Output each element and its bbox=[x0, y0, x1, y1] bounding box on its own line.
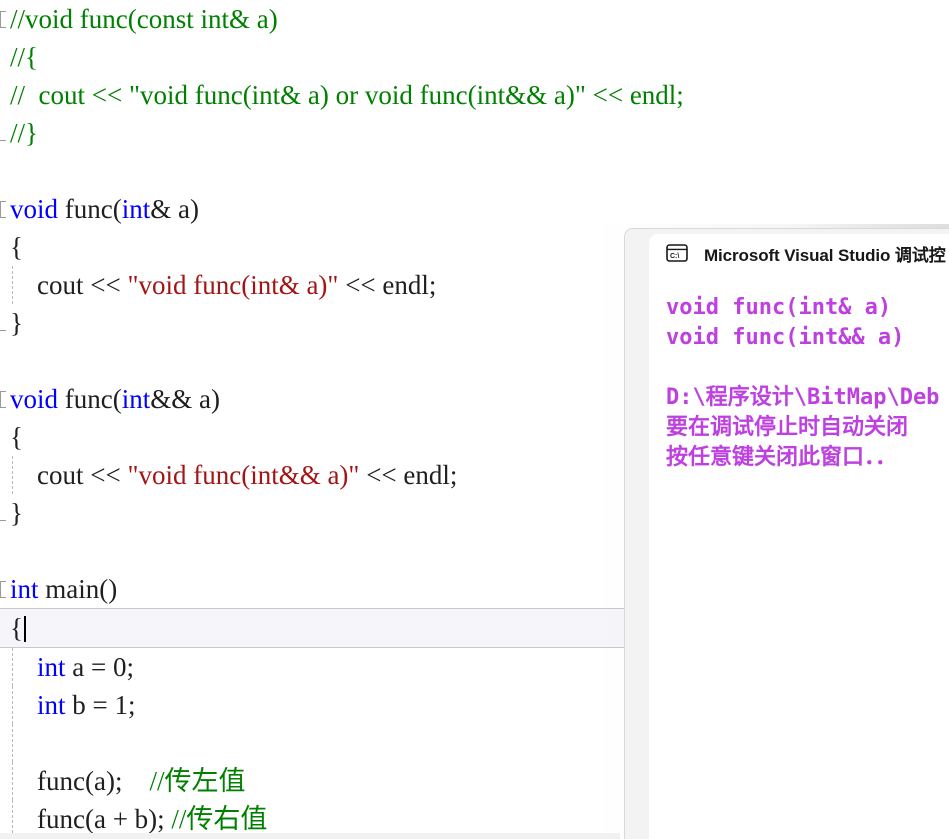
code-line[interactable]: //void func(const int& a) bbox=[0, 0, 949, 38]
code-token-plain: main() bbox=[38, 574, 118, 604]
indent-guide bbox=[12, 648, 13, 686]
code-token-plain: func(a); bbox=[10, 766, 150, 796]
debug-console-window[interactable]: C:\ Microsoft Visual Studio 调试控 void fun… bbox=[624, 228, 949, 839]
code-token-plain: } bbox=[10, 498, 23, 528]
code-token-plain: func(a + b); bbox=[10, 804, 172, 834]
indent-guide bbox=[12, 724, 13, 762]
code-line[interactable]: void func(int& a) bbox=[0, 190, 949, 228]
code-token-keyword: int bbox=[37, 652, 66, 682]
code-token-comment: //{ bbox=[10, 42, 38, 72]
code-token-plain: a = 0; bbox=[65, 652, 134, 682]
code-token-plain: cout << bbox=[10, 460, 128, 490]
code-line[interactable]: // cout << "void func(int& a) or void fu… bbox=[0, 76, 949, 114]
code-token-plain: { bbox=[10, 232, 23, 262]
console-output-line: 要在调试停止时自动关闭 bbox=[666, 415, 909, 440]
code-token-string: "void func(int& a)" bbox=[127, 270, 339, 300]
code-line[interactable] bbox=[0, 152, 949, 190]
code-token-keyword: int bbox=[10, 574, 39, 604]
svg-text:C:\: C:\ bbox=[670, 253, 679, 260]
code-token-plain: } bbox=[10, 308, 23, 338]
outline-region-end-icon bbox=[0, 330, 6, 331]
console-output-line: void func(int& a) bbox=[666, 295, 892, 320]
indent-guide bbox=[12, 266, 13, 304]
outline-collapse-icon[interactable] bbox=[0, 201, 6, 218]
code-token-comment: //void func(const int& a) bbox=[10, 4, 278, 34]
code-token-comment: //} bbox=[10, 118, 38, 148]
text-caret bbox=[23, 616, 26, 642]
editor-bottom-strip bbox=[0, 833, 620, 839]
command-prompt-icon: C:\ bbox=[666, 244, 688, 262]
code-token-keyword: int bbox=[121, 194, 151, 224]
code-token-keyword: void bbox=[10, 194, 59, 224]
code-token-string: "void func(int&& a)" bbox=[127, 460, 360, 490]
code-token-comment: // cout << "void func(int& a) or void fu… bbox=[10, 80, 684, 110]
code-token-keyword: int bbox=[121, 384, 151, 414]
code-token-plain: { bbox=[10, 422, 23, 452]
code-token-plain: b = 1; bbox=[65, 690, 136, 720]
outline-region-end-icon bbox=[0, 140, 6, 141]
code-token-plain: func( bbox=[58, 384, 122, 414]
indent-guide bbox=[12, 686, 13, 724]
outline-collapse-icon[interactable] bbox=[0, 391, 6, 408]
indent-guide bbox=[12, 456, 13, 494]
code-token-keyword: void bbox=[10, 384, 59, 414]
code-token-keyword: int bbox=[37, 690, 66, 720]
code-token-comment: //传左值 bbox=[149, 766, 246, 796]
outline-region-end-icon bbox=[0, 520, 6, 521]
code-line[interactable]: //} bbox=[0, 114, 949, 152]
code-token-plain: func( bbox=[58, 194, 122, 224]
console-tab[interactable]: C:\ Microsoft Visual Studio 调试控 bbox=[649, 234, 949, 272]
code-token-plain: << endl; bbox=[359, 460, 458, 490]
code-token-plain: & a) bbox=[150, 194, 199, 224]
outline-collapse-icon[interactable] bbox=[0, 581, 6, 598]
console-output-line: D:\程序设计\BitMap\Deb bbox=[666, 385, 940, 410]
outline-collapse-icon[interactable] bbox=[0, 11, 6, 28]
code-token-plain: { bbox=[10, 613, 23, 643]
console-output-line: void func(int&& a) bbox=[666, 325, 905, 350]
code-token-plain: && a) bbox=[150, 384, 220, 414]
console-output-area[interactable]: void func(int& a) void func(int&& a) D:\程… bbox=[649, 272, 949, 839]
code-line[interactable]: //{ bbox=[0, 38, 949, 76]
code-token-comment: //传右值 bbox=[171, 804, 268, 834]
indent-guide bbox=[12, 762, 13, 800]
code-token-plain: cout << bbox=[10, 270, 128, 300]
code-token-plain: << endl; bbox=[338, 270, 437, 300]
console-tab-title: Microsoft Visual Studio 调试控 bbox=[704, 245, 946, 265]
console-title-bar[interactable]: C:\ Microsoft Visual Studio 调试控 bbox=[625, 229, 949, 272]
console-output-line: 按任意键关闭此窗口．． bbox=[666, 445, 898, 470]
